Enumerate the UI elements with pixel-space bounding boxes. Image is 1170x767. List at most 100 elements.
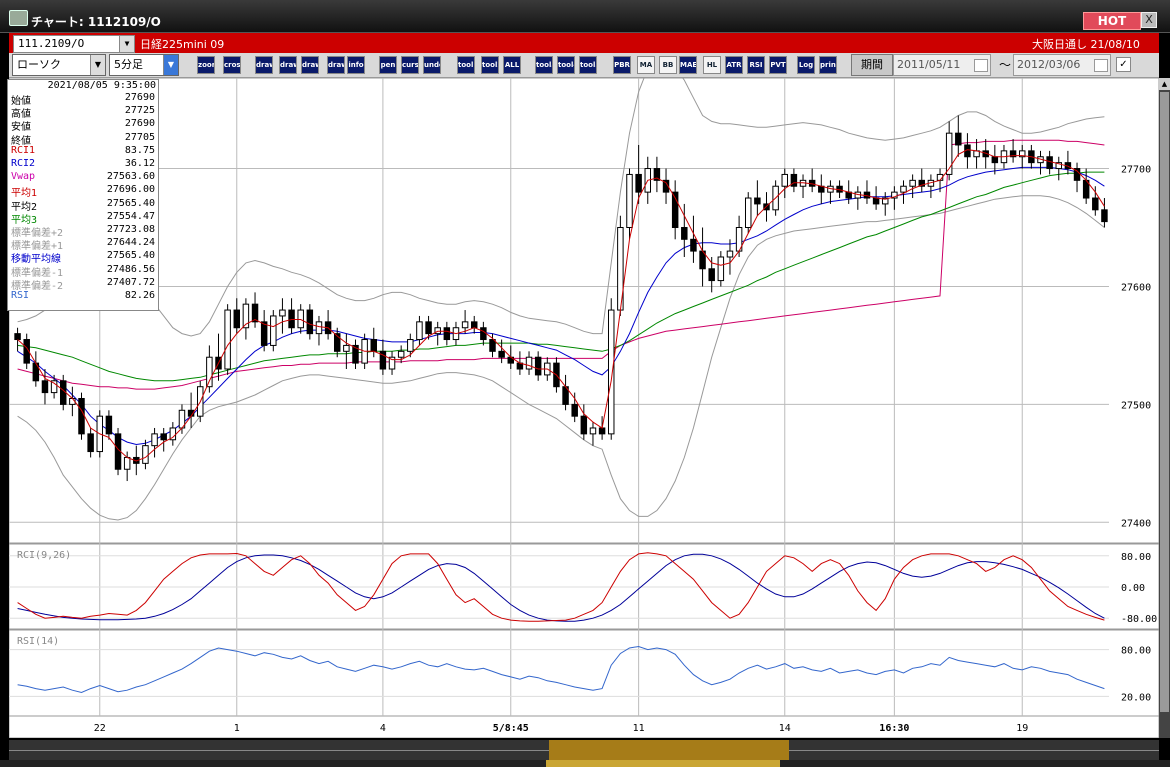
hot-button[interactable]: HOT: [1083, 12, 1141, 30]
toolbar-rsi-button[interactable]: RSI: [747, 56, 765, 74]
price-tick-label: 27600: [1121, 282, 1151, 293]
toolbar-undo-button[interactable]: undo: [423, 56, 441, 74]
toolbar-tool5-button[interactable]: tool5: [579, 56, 597, 74]
chart-area[interactable]: 27400 27500 27600 27700 22 1 4 5/8:45 11 14 16:30 1…: [8, 61, 1160, 739]
info-value: 27563.60: [106, 171, 155, 183]
date-from-field[interactable]: 2011/05/11: [893, 54, 991, 76]
time-tick-label: 11: [633, 723, 645, 734]
interval-select[interactable]: 5分足 ▼: [109, 54, 179, 76]
symbol-value: 111.2109/O: [18, 37, 85, 50]
toolbar-zoom-button[interactable]: zoom: [197, 56, 215, 74]
date-to-field[interactable]: 2012/03/06: [1013, 54, 1111, 76]
toolbar-bb-button[interactable]: BB: [659, 56, 677, 74]
info-row: 始値 27690: [11, 92, 155, 107]
candle-body: [681, 227, 688, 240]
candle-body: [142, 445, 149, 464]
toolbar-all-button[interactable]: ALL: [503, 56, 521, 74]
info-value: 83.75: [124, 144, 155, 156]
toolbar-tool4-button[interactable]: tool4: [557, 56, 575, 74]
rci-tick-label: 80.00: [1121, 552, 1151, 563]
toolbar-ma-button[interactable]: MA: [637, 56, 655, 74]
toolbar-tool1-button[interactable]: tool1: [457, 56, 475, 74]
info-value: 27486.56: [106, 263, 155, 275]
candle-body: [270, 315, 277, 346]
price-panel-frame: [8, 77, 1160, 544]
info-row: 標準偏差+1 27644.24: [11, 237, 155, 252]
chevron-down-icon[interactable]: ▼: [163, 55, 178, 75]
date-from-value: 2011/05/11: [897, 58, 961, 71]
period-button[interactable]: 期間: [851, 54, 893, 76]
info-row: RCI1 83.75: [11, 145, 155, 158]
time-navigator[interactable]: [9, 740, 1159, 760]
candle-body: [607, 309, 615, 435]
candle-body: [206, 356, 213, 388]
instrument-name: 日経225mini 09: [140, 38, 225, 51]
chart-type-select[interactable]: ローソク ▼: [12, 54, 106, 76]
candle-body: [224, 309, 231, 370]
calendar-icon[interactable]: [1094, 59, 1108, 72]
close-button[interactable]: X: [1141, 12, 1157, 28]
toolbar: ローソク ▼ 5分足 ▼ zoomcrosshairdraw1draw2draw…: [9, 53, 1159, 78]
toolbar-print-button[interactable]: print: [819, 56, 837, 74]
price-tick-label: 27500: [1121, 400, 1151, 411]
candle-body: [1101, 209, 1108, 223]
candle-body: [461, 321, 469, 329]
toolbar-pen-button[interactable]: pen: [379, 56, 397, 74]
toolbar-pvt-button[interactable]: PVT: [769, 56, 787, 74]
info-label: Vwap: [11, 171, 36, 183]
candle-body: [872, 197, 880, 205]
info-value: 27565.40: [106, 250, 155, 262]
toolbar-mae-button[interactable]: MAE: [679, 56, 697, 74]
toolbar-info-button[interactable]: info: [347, 56, 365, 74]
toolbar-pbr-button[interactable]: PBR: [613, 56, 631, 74]
toolbar-tool3-button[interactable]: tool3: [535, 56, 553, 74]
toolbar-cursor-button[interactable]: cursor: [401, 56, 419, 74]
candle-body: [288, 309, 295, 329]
info-value: 27554.47: [106, 210, 155, 222]
toolbar-log-button[interactable]: Log: [797, 56, 815, 74]
price-chart[interactable]: 2740027500276002770022 1 4 5/8:45 11 14 16:30 1…: [8, 61, 1160, 739]
toolbar-draw4-button[interactable]: draw4: [327, 56, 345, 74]
candle-body: [397, 350, 405, 358]
toolbar-draw3-button[interactable]: draw3: [301, 56, 319, 74]
info-row: 平均3 27554.47: [11, 210, 155, 226]
info-row: 終値 27705: [11, 132, 155, 147]
toolbar-tool2-button[interactable]: tool2: [481, 56, 499, 74]
info-row: 標準偏差+2 27723.08: [11, 224, 155, 239]
bottom-strip: [0, 760, 1170, 767]
navigator-selection[interactable]: [549, 740, 789, 760]
chevron-down-icon[interactable]: ▼: [90, 55, 105, 75]
chevron-down-icon[interactable]: ▼: [119, 36, 134, 52]
toolbar-draw1-button[interactable]: draw1: [255, 56, 273, 74]
rci-tick-label: -80.00: [1121, 614, 1157, 625]
bottom-strip-highlight: [546, 760, 780, 767]
candle-body: [955, 132, 962, 146]
toolbar-crosshair-button[interactable]: crosshair: [223, 56, 241, 74]
price-tick-label: 27400: [1121, 518, 1151, 529]
candle-body: [744, 197, 752, 229]
time-tick-label: 16:30: [879, 723, 909, 734]
candle-body: [370, 339, 378, 352]
symbol-select[interactable]: 111.2109/O ▼: [13, 35, 135, 53]
toolbar-atr-button[interactable]: ATR: [725, 56, 743, 74]
info-row: 移動平均線 27565.40: [11, 250, 155, 265]
scroll-thumb[interactable]: [1160, 92, 1169, 712]
toolbar-hl-button[interactable]: HL: [703, 56, 721, 74]
date-to-value: 2012/03/06: [1017, 58, 1081, 71]
interval-value: 5分足: [114, 58, 143, 71]
candle-body: [708, 268, 715, 282]
rci-tick-label: 0.00: [1121, 583, 1145, 594]
info-row: 標準偏差-1 27486.56: [11, 263, 155, 279]
candle-body: [279, 309, 286, 317]
info-value: 27690: [124, 118, 155, 130]
toolbar-draw2-button[interactable]: draw2: [279, 56, 297, 74]
calendar-icon[interactable]: [974, 59, 988, 72]
candle-body: [498, 350, 505, 358]
period-checkbox[interactable]: ✓: [1116, 57, 1131, 72]
scroll-up-icon[interactable]: ▲: [1159, 78, 1170, 90]
candle-body: [909, 179, 916, 187]
app-icon: [9, 10, 28, 26]
info-value: 27690: [124, 92, 155, 103]
vertical-scrollbar[interactable]: ▲: [1159, 78, 1170, 738]
time-tick-label: 22: [94, 723, 106, 734]
